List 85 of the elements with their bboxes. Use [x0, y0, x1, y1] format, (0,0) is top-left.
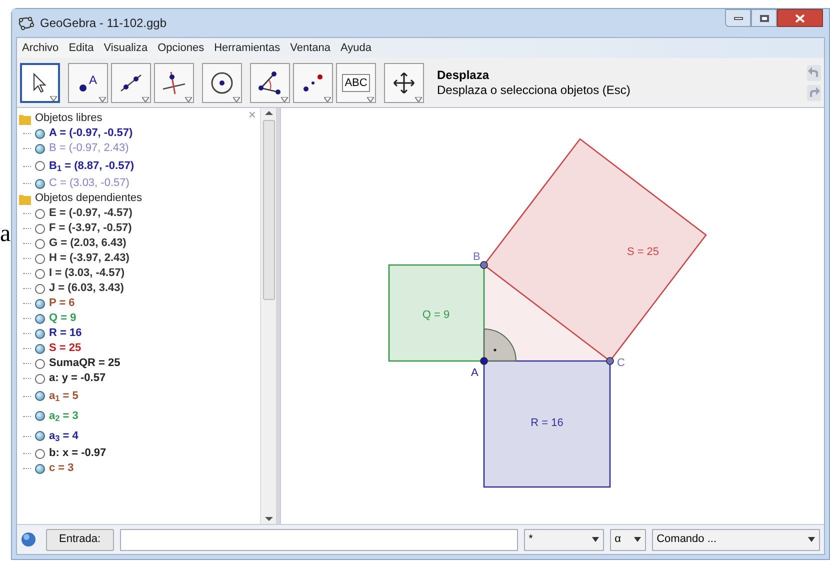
tool-button[interactable]	[202, 62, 242, 102]
symbol-value: *	[528, 532, 534, 548]
caret-icon	[367, 96, 374, 102]
command-dropdown[interactable]: Comando ...	[652, 528, 820, 550]
scrollbar[interactable]	[260, 108, 276, 524]
menu-item[interactable]: Opciones	[158, 40, 204, 56]
maximize-button[interactable]	[751, 9, 777, 27]
close-icon	[795, 14, 805, 22]
greek-dropdown[interactable]: α	[610, 528, 646, 550]
algebra-entry[interactable]: P = 6	[49, 295, 75, 312]
shape-label: S = 25	[626, 246, 660, 258]
folder-label[interactable]: Objetos dependientes	[35, 190, 142, 207]
algebra-entry[interactable]: B$_{1}$ = (8.87, -0.57)	[49, 158, 134, 174]
algebra-entry[interactable]: A = (-0.97, -0.57)	[49, 125, 133, 142]
close-button[interactable]	[777, 9, 823, 27]
minimize-button[interactable]	[725, 9, 751, 27]
input-label-button[interactable]: Entrada:	[46, 528, 114, 550]
caret-icon	[185, 96, 192, 102]
caret-icon	[99, 96, 106, 102]
stray-letter: a	[0, 222, 11, 246]
menu-item[interactable]: Archivo	[22, 40, 59, 56]
tool-button[interactable]	[293, 62, 333, 102]
point-label: B	[473, 251, 480, 263]
tool-button[interactable]	[250, 62, 290, 102]
point-label: C	[617, 357, 625, 369]
tool-button[interactable]	[154, 62, 194, 102]
point-icon	[78, 84, 87, 92]
caret-icon	[50, 96, 57, 100]
algebra-entry[interactable]: R = 16	[49, 325, 82, 342]
algebra-entry[interactable]: C = (3.03, -0.57)	[49, 175, 130, 192]
tool-button[interactable]	[111, 62, 151, 102]
tool-name: Desplaza	[437, 68, 490, 82]
scroll-down-arrow-icon[interactable]	[264, 517, 272, 521]
algebra-entry[interactable]: a$_{1}$ = 5	[49, 388, 78, 404]
caret-icon	[634, 537, 641, 542]
tool-button[interactable]	[384, 62, 424, 102]
algebra-entry[interactable]: B = (-0.97, 2.43)	[49, 140, 129, 157]
folder-label[interactable]: Objetos libres	[35, 110, 102, 127]
caret-icon	[808, 537, 815, 542]
algebra-entry[interactable]: c = 3	[49, 460, 74, 477]
angle-dot	[494, 348, 496, 352]
caret-icon	[592, 537, 599, 542]
window-title: GeoGebra - 11-102.ggb	[40, 15, 167, 32]
help-icon[interactable]	[21, 532, 36, 547]
point-letter: A	[88, 74, 97, 86]
algebra-entry[interactable]: J = (6.03, 3.43)	[49, 280, 124, 297]
shape-label: Q = 9	[422, 309, 450, 321]
algebra-entry[interactable]: G = (2.03, 6.43)	[49, 235, 126, 252]
folder-icon	[19, 192, 31, 204]
text-tool-label: ABC	[342, 74, 370, 92]
scroll-up-arrow-icon[interactable]	[264, 111, 272, 115]
point[interactable]	[606, 357, 614, 365]
folder-icon	[19, 112, 31, 124]
point[interactable]	[480, 357, 488, 365]
menu-item[interactable]: Visualiza	[104, 40, 148, 56]
algebra-entry[interactable]: a: y = -0.57	[49, 370, 106, 387]
tool-help: Desplaza o selecciona objetos (Esc)	[437, 82, 630, 98]
algebra-entry[interactable]: E = (-0.97, -4.57)	[49, 205, 132, 222]
caret-icon	[233, 96, 240, 102]
point[interactable]	[480, 261, 488, 269]
menu-item[interactable]: Herramientas	[214, 40, 280, 56]
tool-button[interactable]: ABC	[336, 62, 376, 102]
algebra-entry[interactable]: F = (-3.97, -0.57)	[49, 220, 132, 237]
menu-item[interactable]: Ayuda	[340, 40, 372, 56]
caret-icon	[281, 96, 288, 102]
algebra-entry[interactable]: a$_{3}$ = 4	[49, 428, 78, 444]
command-value: Comando ...	[656, 532, 718, 548]
caret-icon	[415, 96, 422, 102]
algebra-entry[interactable]: H = (-3.97, 2.43)	[49, 250, 130, 267]
tool-button[interactable]: A	[68, 62, 108, 102]
algebra-entry[interactable]: S = 25	[49, 340, 82, 357]
algebra-entry[interactable]: I = (3.03, -4.57)	[49, 265, 125, 282]
caret-icon	[324, 96, 331, 102]
caret-icon	[142, 96, 149, 102]
greek-value: α	[614, 532, 622, 548]
point-label: A	[471, 367, 478, 379]
app-icon	[18, 15, 34, 31]
menu-item[interactable]: Ventana	[290, 40, 330, 56]
tool-button[interactable]	[20, 62, 60, 102]
menu-item[interactable]: Edita	[68, 40, 94, 56]
shape-label: R = 16	[530, 417, 564, 429]
algebra-entry[interactable]: b: x = -0.97	[49, 445, 106, 462]
algebra-entry[interactable]: SumaQR = 25	[49, 355, 120, 372]
symbol-dropdown[interactable]: *	[524, 528, 604, 550]
input-field[interactable]	[120, 528, 518, 550]
